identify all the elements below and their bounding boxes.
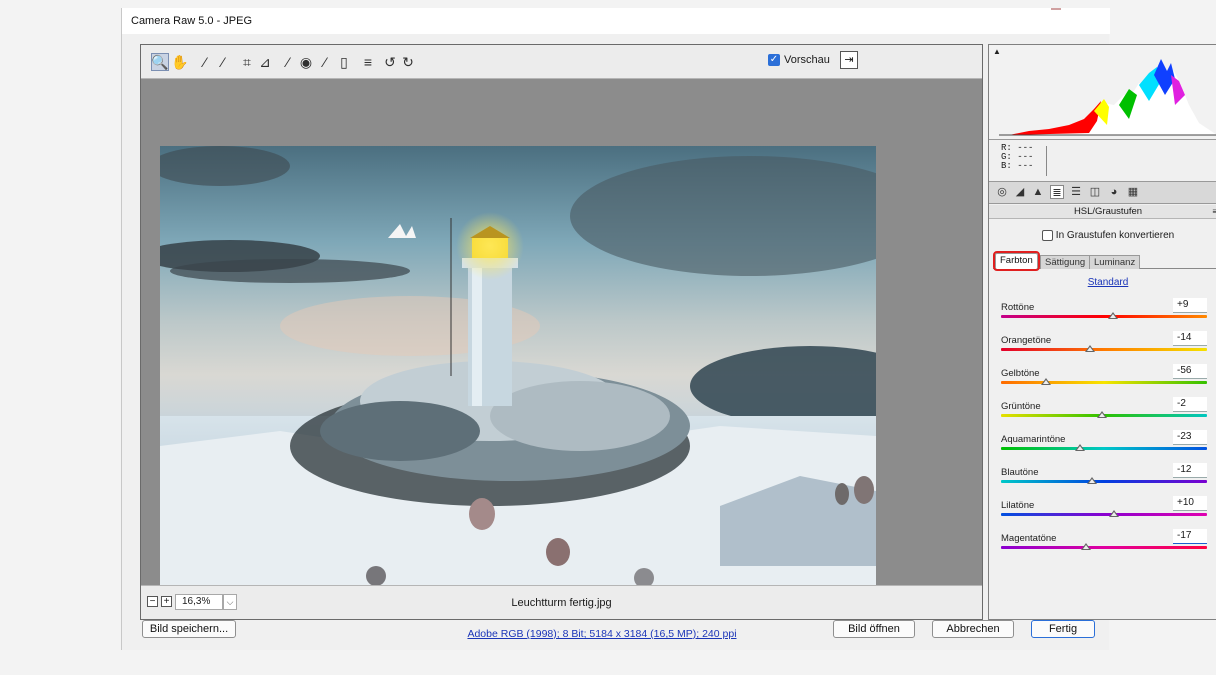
tone-curve-panel-icon[interactable]: ◢ <box>1013 185 1027 199</box>
slider-value-field[interactable]: -17 <box>1173 529 1207 544</box>
b-label: B: <box>1001 161 1012 171</box>
save-image-button[interactable]: Bild speichern... <box>142 620 236 638</box>
slider-label: Rottöne <box>1001 302 1035 313</box>
crop-tool-icon[interactable]: ⌗ <box>238 53 256 71</box>
b-value: --- <box>1017 161 1034 171</box>
histogram-graph <box>999 59 1216 136</box>
tool-bar: ✓ Vorschau ⇥ 🔍 ✋ ⁄ ⁄ ⌗ ⊿ ⁄ ◉ ⁄ ▯ ≡ ↺ ↻ <box>141 45 982 79</box>
slider-value-field[interactable]: -12 <box>1173 463 1207 478</box>
grayscale-label: In Graustufen konvertieren <box>1055 230 1175 241</box>
slider-row: Lilatöne +10 <box>1001 496 1207 529</box>
tab-farbton[interactable]: Farbton <box>993 251 1040 271</box>
window-title: Camera Raw 5.0 - JPEG <box>122 8 1110 34</box>
slider-value-field[interactable]: -2 <box>1173 397 1207 412</box>
hand-tool-icon[interactable]: ✋ <box>171 53 189 71</box>
slider-thumb[interactable] <box>1075 444 1086 451</box>
slider-track[interactable] <box>1001 513 1207 516</box>
rotate-right-icon[interactable]: ↻ <box>399 53 417 71</box>
spot-removal-tool-icon[interactable]: ⁄ <box>279 53 297 71</box>
slider-track[interactable] <box>1001 315 1207 318</box>
slider-row: Rottöne +9 <box>1001 298 1207 331</box>
white-balance-tool-icon[interactable]: ⁄ <box>196 53 214 71</box>
panel-title: HSL/Graustufen ≡▸ <box>989 205 1216 219</box>
slider-label: Magentatöne <box>1001 533 1057 544</box>
standard-link[interactable]: Standard <box>989 277 1216 288</box>
detail-panel-icon[interactable]: ▲ <box>1031 185 1045 199</box>
slider-row: Blautöne -12 <box>1001 463 1207 496</box>
slider-thumb[interactable] <box>1041 378 1052 385</box>
slider-thumb[interactable] <box>1096 411 1107 418</box>
slider-track[interactable] <box>1001 381 1207 384</box>
hsl-panel-icon[interactable]: ≣ <box>1050 185 1064 199</box>
file-name: Leuchtturm fertig.jpg <box>511 597 612 609</box>
slider-thumb[interactable] <box>1109 510 1120 517</box>
panel-menu-icon[interactable]: ≡▸ <box>1212 205 1216 219</box>
slider-track[interactable] <box>1001 546 1207 549</box>
slider-label: Aquamarintöne <box>1001 434 1066 445</box>
rgb-separator <box>1046 146 1047 176</box>
slider-label: Orangetöne <box>1001 335 1052 346</box>
slider-value-field[interactable]: -56 <box>1173 364 1207 379</box>
adjustment-brush-icon[interactable]: ⁄ <box>316 53 334 71</box>
slider-thumb[interactable] <box>1081 543 1092 550</box>
rotate-left-icon[interactable]: ↺ <box>381 53 399 71</box>
slider-label: Blautöne <box>1001 467 1039 478</box>
red-eye-tool-icon[interactable]: ◉ <box>297 53 315 71</box>
camera-raw-window: Camera Raw 5.0 - JPEG ✓ Vorschau ⇥ 🔍 ✋ ⁄ ⁄ ⌗… <box>121 8 1216 650</box>
fullscreen-icon[interactable]: ⇥ <box>840 51 858 69</box>
slider-track[interactable] <box>1001 447 1207 450</box>
preferences-icon[interactable]: ≡ <box>359 53 377 71</box>
graduated-filter-icon[interactable]: ▯ <box>335 53 353 71</box>
lighthouse-photo <box>160 146 876 586</box>
slider-row: Aquamarintöne -23 <box>1001 430 1207 463</box>
slider-row: Gelbtöne -56 <box>1001 364 1207 397</box>
titlebar-accent <box>1051 8 1061 10</box>
preview-pane: ✓ Vorschau ⇥ 🔍 ✋ ⁄ ⁄ ⌗ ⊿ ⁄ ◉ ⁄ ▯ ≡ ↺ ↻ −… <box>140 44 983 620</box>
done-button[interactable]: Fertig <box>1031 620 1095 638</box>
status-bar: − + 16,3% ⌵ Leuchtturm fertig.jpg <box>141 585 982 619</box>
slider-row: Magentatöne -17 <box>1001 529 1207 562</box>
slider-label: Gelbtöne <box>1001 368 1040 379</box>
rgb-readout: R: --- G: --- B: --- <box>989 140 1216 182</box>
hsl-subtabs: Farbton Sättigung Luminanz <box>993 251 1216 271</box>
panel-tab-bar: ◎ ◢ ▲ ≣ ☰ ◫ ◕ ▦ <box>989 182 1216 204</box>
photo-preview <box>160 146 876 586</box>
lens-corrections-panel-icon[interactable]: ◫ <box>1088 185 1102 199</box>
basic-panel-icon[interactable]: ◎ <box>995 185 1009 199</box>
panel-title-text: HSL/Graustufen <box>1073 206 1143 217</box>
camera-calibration-panel-icon[interactable]: ◕ <box>1107 185 1121 199</box>
split-toning-panel-icon[interactable]: ☰ <box>1069 185 1083 199</box>
straighten-tool-icon[interactable]: ⊿ <box>256 53 274 71</box>
slider-value-field[interactable]: +10 <box>1173 496 1207 511</box>
slider-label: Grüntöne <box>1001 401 1041 412</box>
workflow-options-link[interactable]: Adobe RGB (1998); 8 Bit; 5184 x 3184 (16… <box>462 628 742 640</box>
preview-checkbox[interactable]: ✓ <box>768 54 780 66</box>
tab-saettigung[interactable]: Sättigung <box>1040 255 1091 269</box>
slider-label: Lilatöne <box>1001 500 1035 511</box>
slider-row: Orangetöne -14 <box>1001 331 1207 364</box>
slider-value-field[interactable]: -14 <box>1173 331 1207 346</box>
slider-thumb[interactable] <box>1086 477 1097 484</box>
grayscale-checkbox[interactable] <box>1041 230 1053 241</box>
slider-track[interactable] <box>1001 348 1207 351</box>
preview-toggle[interactable]: ✓ Vorschau <box>768 54 830 66</box>
slider-row: Grüntöne -2 <box>1001 397 1207 430</box>
slider-value-field[interactable]: +9 <box>1173 298 1207 313</box>
image-canvas[interactable] <box>141 79 982 587</box>
presets-panel-icon[interactable]: ▦ <box>1126 185 1140 199</box>
cancel-button[interactable]: Abbrechen <box>932 620 1014 638</box>
open-image-button[interactable]: Bild öffnen <box>833 620 915 638</box>
slider-thumb[interactable] <box>1084 345 1095 352</box>
zoom-tool-icon[interactable]: 🔍 <box>151 53 169 71</box>
slider-track[interactable] <box>1001 480 1207 483</box>
histogram: ▲ ▲ <box>989 45 1216 140</box>
grayscale-option[interactable]: In Graustufen konvertieren <box>989 230 1216 241</box>
tab-luminanz[interactable]: Luminanz <box>1089 255 1141 269</box>
slider-thumb[interactable] <box>1108 312 1119 319</box>
color-sampler-tool-icon[interactable]: ⁄ <box>214 53 232 71</box>
preview-label: Vorschau <box>784 54 830 66</box>
adjustments-pane: ▲ ▲ R: --- G: --- B: --- ◎ ◢ ▲ ≣ <box>988 44 1216 620</box>
slider-value-field[interactable]: -23 <box>1173 430 1207 445</box>
